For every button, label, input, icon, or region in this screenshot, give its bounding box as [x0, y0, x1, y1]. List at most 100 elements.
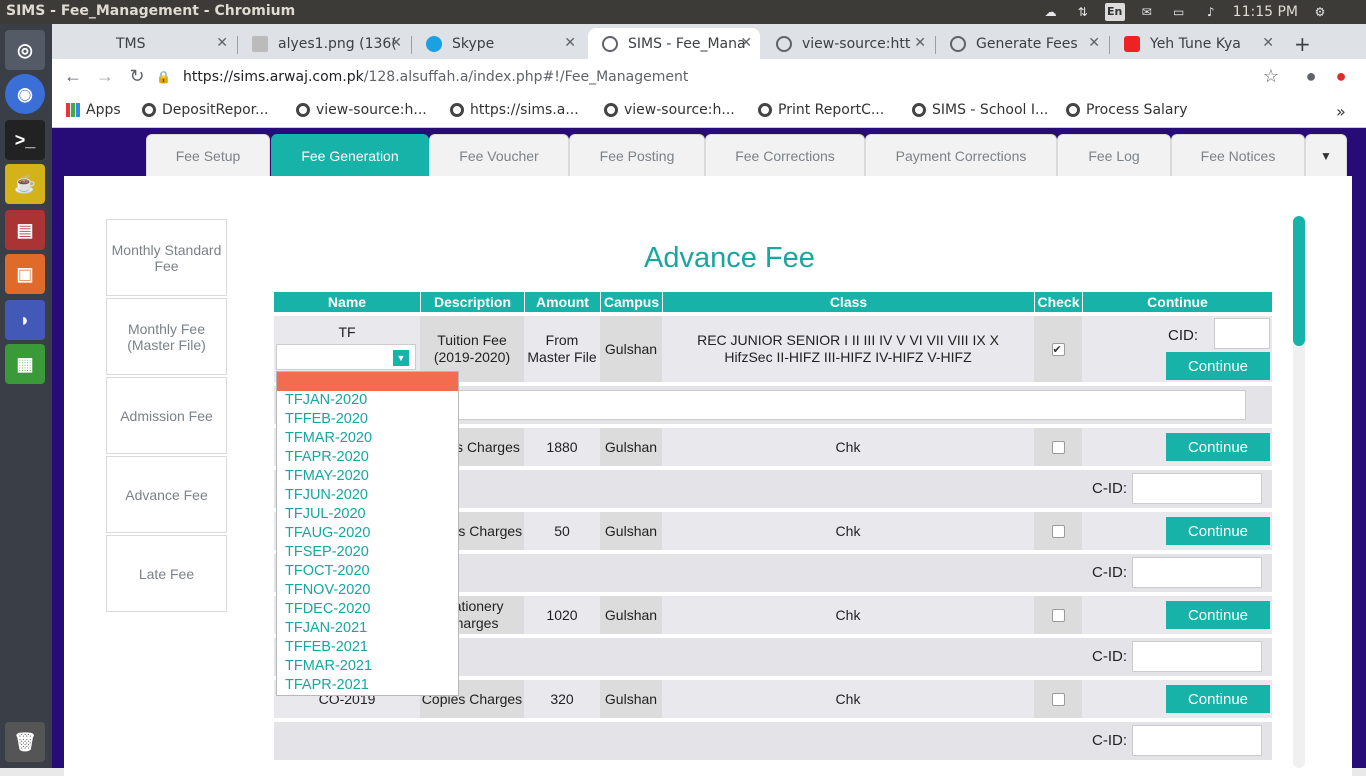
- dropdown-option[interactable]: TFJAN-2021: [277, 619, 458, 638]
- power-gear-icon[interactable]: ⚙: [1310, 4, 1330, 20]
- dropdown-option[interactable]: TFMAR-2021: [277, 657, 458, 676]
- battery-icon[interactable]: ▭: [1169, 4, 1189, 20]
- continue-button[interactable]: Continue: [1166, 433, 1270, 461]
- dropdown-option[interactable]: TFAUG-2020: [277, 524, 458, 543]
- bookmark-item[interactable]: view-source:h...: [604, 102, 735, 118]
- month-select[interactable]: ▼: [276, 344, 416, 370]
- reload-icon[interactable]: ↻: [124, 63, 150, 89]
- side-advance-fee[interactable]: Advance Fee: [106, 456, 227, 533]
- bookmark-item[interactable]: https://sims.a...: [450, 102, 579, 118]
- dropdown-option[interactable]: TFOCT-2020: [277, 562, 458, 581]
- tab-fee-generation[interactable]: Fee Generation: [271, 134, 429, 176]
- bookmark-item[interactable]: SIMS - School I...: [912, 102, 1048, 118]
- dash-home-icon[interactable]: ◎: [5, 30, 45, 70]
- continue-button[interactable]: Continue: [1166, 352, 1270, 380]
- address-bar[interactable]: 🔒 https://sims.arwaj.com.pk/128.alsuffah…: [156, 62, 1286, 92]
- chromium-icon[interactable]: ◉: [5, 74, 45, 114]
- row-checkbox[interactable]: [1051, 608, 1065, 622]
- dropdown-option[interactable]: TFSEP-2020: [277, 543, 458, 562]
- trash-icon[interactable]: 🗑: [5, 722, 45, 762]
- tab-fee-voucher[interactable]: Fee Voucher: [429, 134, 569, 176]
- bookmark-item[interactable]: DepositRepor...: [142, 102, 269, 118]
- dropdown-option[interactable]: TFJUN-2020: [277, 486, 458, 505]
- teapot-app-icon[interactable]: ☕: [5, 164, 45, 204]
- bookmark-item[interactable]: Print ReportC...: [758, 102, 884, 118]
- close-icon[interactable]: ✕: [1088, 35, 1100, 51]
- dropdown-option[interactable]: TFMAY-2020: [277, 467, 458, 486]
- side-late-fee[interactable]: Late Fee: [106, 535, 227, 612]
- row-checkbox[interactable]: [1051, 692, 1065, 706]
- continue-button[interactable]: Continue: [1166, 517, 1270, 545]
- back-icon[interactable]: ←: [60, 63, 86, 89]
- dropdown-option[interactable]: TFDEC-2020: [277, 600, 458, 619]
- close-icon[interactable]: ✕: [914, 35, 926, 51]
- new-tab-button[interactable]: +: [1288, 28, 1318, 59]
- dropdown-option-highlighted[interactable]: [277, 372, 458, 391]
- tab-fee-log[interactable]: Fee Log: [1057, 134, 1171, 176]
- dropdown-option[interactable]: TFJUL-2020: [277, 505, 458, 524]
- more-tabs-chevron-down-icon[interactable]: ▼: [1305, 134, 1347, 176]
- bookmark-item[interactable]: Process Salary: [1066, 102, 1188, 118]
- cid-input[interactable]: [1132, 557, 1262, 588]
- bookmark-apps[interactable]: Apps: [66, 102, 121, 118]
- menu-alert-icon[interactable]: ●: [1328, 63, 1354, 89]
- close-icon[interactable]: ✕: [564, 35, 576, 51]
- tab-skype[interactable]: Skype ✕: [412, 28, 584, 59]
- dropdown-option[interactable]: TFMAR-2020: [277, 429, 458, 448]
- side-monthly-standard-fee[interactable]: Monthly Standard Fee: [106, 219, 227, 296]
- row-checkbox[interactable]: [1051, 440, 1065, 454]
- close-icon[interactable]: ✕: [740, 35, 752, 51]
- close-icon[interactable]: ✕: [390, 35, 402, 51]
- cid-input[interactable]: [1214, 318, 1270, 349]
- mail-icon[interactable]: ✉: [1137, 4, 1157, 20]
- side-admission-fee[interactable]: Admission Fee: [106, 377, 227, 454]
- continue-button[interactable]: Continue: [1166, 685, 1270, 713]
- tab-tms[interactable]: TMS ✕: [76, 28, 236, 59]
- tab-generate-fees[interactable]: Generate Fees ✕: [936, 28, 1108, 59]
- skype-tray-icon[interactable]: ☁: [1041, 4, 1061, 20]
- dolphin-app-icon[interactable]: ◗: [5, 300, 45, 340]
- tab-youtube[interactable]: Yeh Tune Kya ✕: [1110, 28, 1282, 59]
- tab-fee-notices[interactable]: Fee Notices: [1171, 134, 1305, 176]
- keyboard-layout-indicator[interactable]: En: [1104, 3, 1125, 21]
- tab-payment-corrections[interactable]: Payment Corrections: [865, 134, 1057, 176]
- dropdown-option[interactable]: TFAPR-2021: [277, 676, 458, 695]
- tab-fee-corrections[interactable]: Fee Corrections: [705, 134, 865, 176]
- dropdown-option[interactable]: TFFEB-2020: [277, 410, 458, 429]
- row-checkbox[interactable]: [1051, 342, 1065, 359]
- spreadsheet-icon[interactable]: ▦: [5, 344, 45, 384]
- tab-fee-posting[interactable]: Fee Posting: [569, 134, 705, 176]
- profile-avatar-icon[interactable]: ●: [1298, 63, 1324, 89]
- close-icon[interactable]: ✕: [1262, 35, 1274, 51]
- files-icon[interactable]: ▤: [5, 210, 45, 250]
- terminal-icon[interactable]: >_: [5, 120, 45, 160]
- tab-fee-setup[interactable]: Fee Setup: [146, 134, 270, 176]
- continue-button[interactable]: Continue: [1166, 601, 1270, 629]
- cid-input[interactable]: [1132, 473, 1262, 504]
- network-icon[interactable]: ⇅: [1073, 4, 1093, 20]
- volume-icon[interactable]: ♪: [1201, 4, 1221, 20]
- side-monthly-fee-master-file[interactable]: Monthly Fee (Master File): [106, 298, 227, 375]
- bookmark-item[interactable]: view-source:h...: [296, 102, 427, 118]
- remarks-input[interactable]: [454, 390, 1246, 420]
- close-icon[interactable]: ✕: [216, 35, 228, 51]
- cid-input[interactable]: [1132, 641, 1262, 672]
- dropdown-option[interactable]: TFNOV-2020: [277, 581, 458, 600]
- row-checkbox[interactable]: [1051, 524, 1065, 538]
- tab-sims-fee-management[interactable]: SIMS - Fee_Mana ✕: [588, 28, 760, 59]
- chevron-down-icon[interactable]: ▼: [393, 350, 409, 366]
- cid-input[interactable]: [1132, 725, 1262, 756]
- scrollbar-thumb[interactable]: [1293, 216, 1305, 346]
- forward-icon[interactable]: →: [92, 63, 118, 89]
- dropdown-option[interactable]: TFAPR-2020: [277, 448, 458, 467]
- clock[interactable]: 11:15 PM: [1233, 4, 1298, 20]
- lock-icon[interactable]: 🔒: [156, 70, 171, 84]
- tab-view-source[interactable]: view-source:htt ✕: [762, 28, 934, 59]
- tab-alyes1[interactable]: alyes1.png (136( ✕: [238, 28, 410, 59]
- dropdown-option[interactable]: TFFEB-2021: [277, 638, 458, 657]
- more-bookmarks-button[interactable]: »: [1336, 102, 1346, 121]
- dropdown-option[interactable]: TFJAN-2020: [277, 391, 458, 410]
- page-scrollbar[interactable]: [1293, 216, 1305, 768]
- bookmark-star-icon[interactable]: ☆: [1258, 63, 1284, 89]
- image-viewer-icon[interactable]: ▣: [5, 254, 45, 294]
